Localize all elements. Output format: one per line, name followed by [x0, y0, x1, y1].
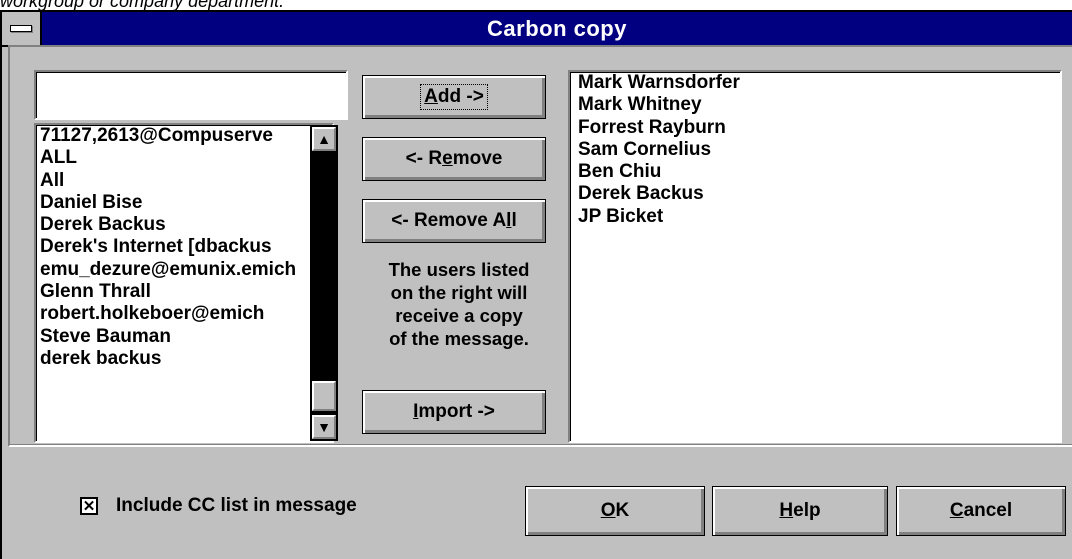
import-button[interactable]: Import ->: [362, 390, 546, 434]
list-item[interactable]: Forrest Rayburn: [570, 117, 1060, 139]
scroll-down-button[interactable]: ▼: [312, 415, 336, 439]
cc-help-text: The users listed on the right will recei…: [388, 259, 530, 349]
help-button-label: Help: [779, 500, 821, 521]
list-item[interactable]: ALL: [36, 147, 318, 169]
list-item[interactable]: JP Bicket: [570, 206, 1060, 228]
system-menu-button[interactable]: [2, 12, 42, 45]
name-search-input[interactable]: [34, 70, 348, 120]
list-item[interactable]: derek backus: [36, 348, 318, 370]
include-cc-label: Include CC list in message: [116, 495, 357, 516]
help-button[interactable]: Help: [712, 486, 888, 536]
remove-all-button-label: <- Remove All: [391, 210, 517, 231]
arrow-up-icon: ▲: [317, 131, 331, 147]
include-cc-checkbox[interactable]: ✕ Include CC list in message: [80, 495, 357, 517]
scroll-up-button[interactable]: ▲: [312, 127, 336, 151]
add-button[interactable]: Add ->: [362, 75, 546, 119]
list-item[interactable]: emu_dezure@emunix.emich: [36, 259, 318, 281]
list-item[interactable]: Ben Chiu: [570, 161, 1060, 183]
list-item[interactable]: All: [36, 170, 318, 192]
title-bar: Carbon copy: [2, 12, 1072, 47]
ok-button-label: OK: [600, 500, 630, 521]
list-item[interactable]: Mark Whitney: [570, 94, 1060, 116]
arrow-down-icon: ▼: [317, 419, 331, 435]
scroll-thumb[interactable]: [312, 381, 336, 411]
list-item[interactable]: Glenn Thrall: [36, 281, 318, 303]
list-item[interactable]: Sam Cornelius: [570, 139, 1060, 161]
list-item[interactable]: Daniel Bise: [36, 192, 318, 214]
remove-button-label: <- Remove: [405, 148, 503, 169]
import-button-label: Import ->: [413, 401, 495, 422]
cc-recipients-list[interactable]: Mark Warnsdorfer Mark Whitney Forrest Rayb…: [568, 70, 1062, 443]
remove-all-button[interactable]: <- Remove All: [362, 199, 546, 243]
list-item[interactable]: Mark Warnsdorfer: [570, 72, 1060, 94]
cancel-button-label: Cancel: [949, 500, 1013, 521]
available-users-list[interactable]: 71127,2613@Compuserve ALL All Daniel Bise De…: [34, 123, 334, 443]
list-item[interactable]: Derek Backus: [36, 214, 318, 236]
ok-button[interactable]: OK: [525, 486, 705, 536]
cancel-button[interactable]: Cancel: [896, 486, 1066, 536]
add-button-label: Add ->: [420, 84, 488, 110]
list-item[interactable]: 71127,2613@Compuserve: [36, 125, 318, 147]
available-users-scrollbar[interactable]: ▲ ▼: [310, 125, 338, 441]
list-item[interactable]: Derek's Internet [dbackus: [36, 236, 318, 258]
system-menu-icon: [10, 25, 32, 32]
dialog-title: Carbon copy: [487, 16, 627, 41]
remove-button[interactable]: <- Remove: [362, 137, 546, 181]
list-item[interactable]: Steve Bauman: [36, 326, 318, 348]
checkmark-icon: ✕: [82, 497, 96, 515]
list-item[interactable]: robert.holkeboer@emich: [36, 303, 318, 325]
list-item[interactable]: Derek Backus: [570, 183, 1060, 205]
checkbox-box[interactable]: ✕: [80, 497, 98, 515]
